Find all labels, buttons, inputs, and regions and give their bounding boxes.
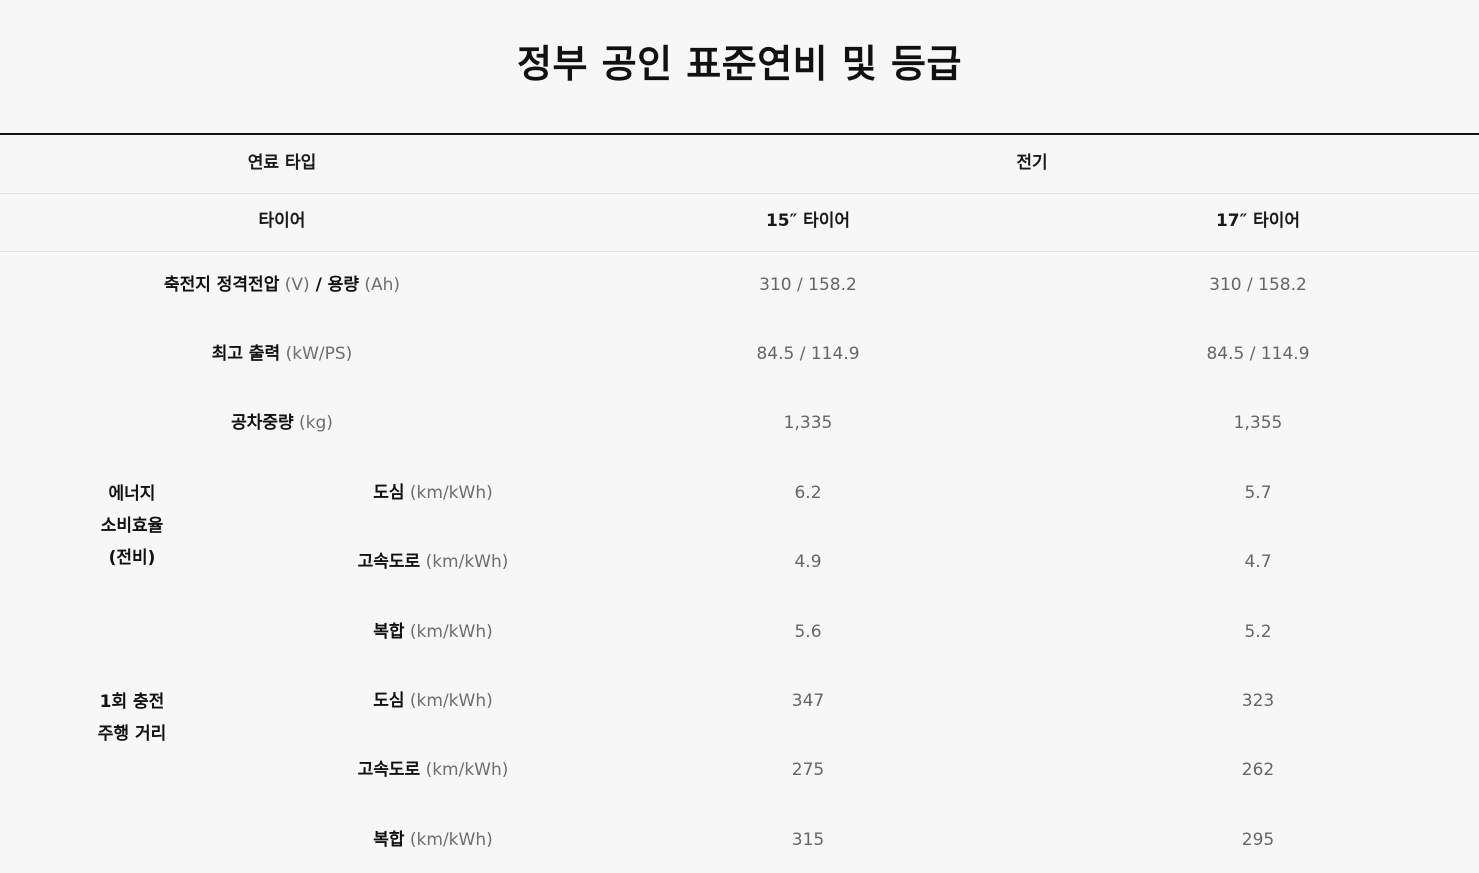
battery-separator: /: [309, 275, 328, 295]
range-combined-value-15: 315: [791, 830, 825, 850]
table-top-rule: [0, 133, 1479, 135]
range-group-label: 1회 충전 주행 거리: [62, 686, 202, 750]
power-value-15: 84.5 / 114.9: [756, 344, 860, 364]
range-highway-name: 고속도로: [357, 760, 421, 780]
efficiency-combined-unit: (km/kWh): [409, 622, 493, 642]
efficiency-highway-value-17: 4.7: [1244, 552, 1272, 572]
range-highway-value-15: 275: [791, 760, 825, 780]
range-highway-value-17: 262: [1241, 760, 1275, 780]
range-combined-value-17: 295: [1241, 830, 1275, 850]
range-group-line-1: 1회 충전: [99, 692, 165, 712]
efficiency-city-value-15: 6.2: [794, 483, 822, 503]
efficiency-city-unit: (km/kWh): [409, 483, 493, 503]
fuel-type-value: 전기: [1016, 153, 1048, 173]
range-city-unit: (km/kWh): [409, 691, 493, 711]
battery-capacity-unit: (Ah): [364, 275, 401, 295]
power-unit: (kW/PS): [285, 344, 353, 364]
efficiency-combined-label: 복합 (km/kWh): [283, 620, 583, 644]
header-divider-2: [0, 251, 1479, 252]
weight-value-15: 1,335: [783, 413, 833, 433]
efficiency-city-label: 도심 (km/kWh): [283, 481, 583, 505]
range-highway-unit: (km/kWh): [425, 760, 509, 780]
page-title: 정부 공인 표준연비 및 등급: [517, 42, 962, 86]
tire-label: 타이어: [258, 211, 306, 231]
efficiency-city-value-17: 5.7: [1244, 483, 1272, 503]
tire-15-header: 15″ 타이어: [765, 211, 851, 231]
battery-voltage-unit: (V): [284, 275, 310, 295]
efficiency-combined-value-15: 5.6: [794, 622, 822, 642]
efficiency-highway-value-15: 4.9: [794, 552, 822, 572]
weight-value-17: 1,355: [1233, 413, 1283, 433]
battery-capacity-label: 용량: [327, 275, 359, 295]
range-combined-name: 복합: [373, 830, 405, 850]
power-row-label: 최고 출력 (kW/PS): [82, 342, 482, 366]
weight-label: 공차중량: [231, 413, 294, 433]
range-city-label: 도심 (km/kWh): [283, 689, 583, 713]
range-combined-unit: (km/kWh): [409, 830, 493, 850]
range-city-value-15: 347: [791, 691, 825, 711]
efficiency-group-label: 에너지 소비효율 (전비): [62, 478, 202, 574]
efficiency-highway-unit: (km/kWh): [425, 552, 509, 572]
range-combined-label: 복합 (km/kWh): [283, 828, 583, 852]
power-label: 최고 출력: [211, 344, 281, 364]
efficiency-combined-name: 복합: [373, 622, 405, 642]
battery-row-label: 축전지 정격전압 (V) / 용량 (Ah): [82, 273, 482, 297]
efficiency-city-name: 도심: [373, 483, 405, 503]
efficiency-group-line-1: 에너지: [108, 484, 156, 504]
tire-17-header: 17″ 타이어: [1215, 211, 1301, 231]
battery-voltage-label: 축전지 정격전압: [163, 275, 280, 295]
header-divider-1: [0, 193, 1479, 194]
efficiency-highway-name: 고속도로: [357, 552, 421, 572]
weight-row-label: 공차중량 (kg): [82, 411, 482, 435]
range-group-line-2: 주행 거리: [97, 724, 167, 744]
efficiency-highway-label: 고속도로 (km/kWh): [283, 550, 583, 574]
battery-value-17: 310 / 158.2: [1209, 275, 1307, 295]
range-highway-label: 고속도로 (km/kWh): [283, 758, 583, 782]
weight-unit: (kg): [299, 413, 333, 433]
spec-page: 정부 공인 표준연비 및 등급 연료 타입 전기 타이어 15″ 타이어 17″…: [0, 0, 1479, 873]
efficiency-group-line-3: (전비): [108, 548, 156, 568]
efficiency-group-line-2: 소비효율: [100, 516, 164, 536]
range-city-name: 도심: [373, 691, 405, 711]
efficiency-combined-value-17: 5.2: [1244, 622, 1272, 642]
range-city-value-17: 323: [1241, 691, 1275, 711]
battery-value-15: 310 / 158.2: [759, 275, 857, 295]
power-value-17: 84.5 / 114.9: [1206, 344, 1310, 364]
fuel-type-label: 연료 타입: [247, 153, 317, 173]
